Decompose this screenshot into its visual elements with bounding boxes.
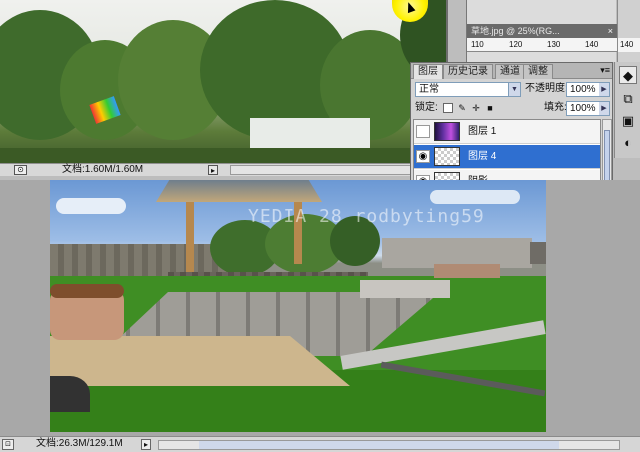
layer-row[interactable]: 图层 1 <box>414 120 600 144</box>
garden-render-image: YEDIA 28 rodbyting59 <box>50 180 546 432</box>
document-size-text: 文档:26.3M/129.1M <box>36 438 123 449</box>
styles-icon[interactable]: ◐ <box>619 134 637 152</box>
layer-row-selected[interactable]: ◉ 图层 4 <box>414 145 600 169</box>
document-size-text: 文档:1.60M/1.60M <box>62 164 144 175</box>
main-document-status-bar: ⊡ 文档:26.3M/129.1M ▸ <box>0 436 640 452</box>
document-title: 草地.jpg @ 25%(RG... <box>471 26 560 36</box>
layer-name: 图层 1 <box>468 126 497 137</box>
main-document-window[interactable]: YEDIA 28 rodbyting59 ⊡ 文档:26.3M/129.1M ▸ <box>0 180 640 452</box>
grass-document-window[interactable]: 草地.jpg @ 25%(RG... × 110 120 130 140 <box>466 0 617 62</box>
adjustment-brush-icon[interactable]: ⧉ <box>619 90 637 108</box>
opacity-field[interactable]: 100% ▶ <box>566 82 610 97</box>
layers-panel-tabs: 图层 历史记录 通道 调整 ▾≡ <box>411 63 612 79</box>
status-menu-arrow-icon[interactable]: ▸ <box>141 439 151 450</box>
tab-adjustments[interactable]: 调整 <box>523 64 553 79</box>
ruler-tick: 110 <box>471 40 484 49</box>
top-document-window[interactable]: ⊙ 文档:1.60M/1.60M ▸ <box>0 0 448 176</box>
mouse-pointer-icon <box>404 0 416 14</box>
horizontal-scrollbar[interactable] <box>230 165 440 175</box>
lock-label: 锁定: <box>415 102 438 113</box>
photoshop-workspace: ⊙ 文档:1.60M/1.60M ▸ 草地.jpg @ 25%(RG... × … <box>0 0 640 452</box>
fill-field[interactable]: 100% ▶ <box>566 101 610 116</box>
status-menu-arrow-icon[interactable]: ▸ <box>208 165 218 175</box>
ruler-tick: 140 <box>620 40 634 49</box>
chevron-right-icon[interactable]: ▶ <box>599 83 609 96</box>
fill-value: 100% <box>570 103 596 114</box>
tab-channels[interactable]: 通道 <box>495 64 525 79</box>
ruler-tick: 120 <box>509 40 523 49</box>
horizontal-scrollbar[interactable] <box>158 440 620 450</box>
lock-options: ✎ ✛ ■ <box>443 103 503 115</box>
tab-layers[interactable]: 图层 <box>413 64 443 79</box>
panel-menu-icon[interactable]: ▾≡ <box>600 65 610 76</box>
ruler-tick: 140 <box>585 40 599 49</box>
close-icon[interactable]: × <box>608 24 613 38</box>
side-ruler: 140 <box>618 38 640 52</box>
scrollbar-thumb[interactable] <box>604 130 610 182</box>
mask-panel-icon[interactable]: ▣ <box>619 112 637 130</box>
side-document-strip: 140 <box>617 0 640 62</box>
top-document-status-bar: ⊙ 文档:1.60M/1.60M ▸ <box>0 163 446 176</box>
grass-document-title-bar[interactable]: 草地.jpg @ 25%(RG... × <box>467 24 617 38</box>
watermark-text: YEDIA 28 rodbyting59 <box>248 206 485 227</box>
layer-name: 图层 4 <box>468 151 497 162</box>
lock-move-icon[interactable]: ✛ <box>471 103 481 113</box>
eye-icon[interactable]: ◉ <box>416 150 430 163</box>
scrollbar-thumb[interactable] <box>199 441 559 449</box>
fill-label: 填充: <box>544 102 567 113</box>
horizontal-ruler: 110 120 130 140 <box>467 38 617 52</box>
3d-cube-icon[interactable]: ◆ <box>619 66 637 84</box>
tab-history[interactable]: 历史记录 <box>443 64 493 79</box>
blend-row: 正常 ▼ 不透明度: 100% ▶ <box>415 82 610 98</box>
lock-icon[interactable]: ■ <box>485 103 495 113</box>
blend-mode-select[interactable]: 正常 ▼ <box>415 82 521 97</box>
chevron-right-icon[interactable]: ▶ <box>599 102 609 115</box>
lock-row: 锁定: ✎ ✛ ■ 填充: 100% ▶ <box>415 101 610 117</box>
park-trees-image <box>0 0 446 164</box>
opacity-label: 不透明度: <box>525 83 568 94</box>
ruler-tick: 130 <box>547 40 561 49</box>
panel-icon-column: ◆ ⧉ ▣ ◐ <box>614 62 640 158</box>
visibility-toggle-empty[interactable] <box>416 125 430 138</box>
layer-thumbnail <box>434 122 460 141</box>
layer-thumbnail <box>434 147 460 166</box>
blend-mode-value: 正常 <box>419 84 439 95</box>
opacity-value: 100% <box>570 84 596 95</box>
zoom-level-icon[interactable]: ⊡ <box>2 439 14 450</box>
lock-transparent-icon[interactable] <box>443 103 453 113</box>
chevron-down-icon[interactable]: ▼ <box>508 83 520 96</box>
navigator-icon[interactable]: ⊙ <box>14 165 27 175</box>
lock-paint-icon[interactable]: ✎ <box>457 103 467 113</box>
